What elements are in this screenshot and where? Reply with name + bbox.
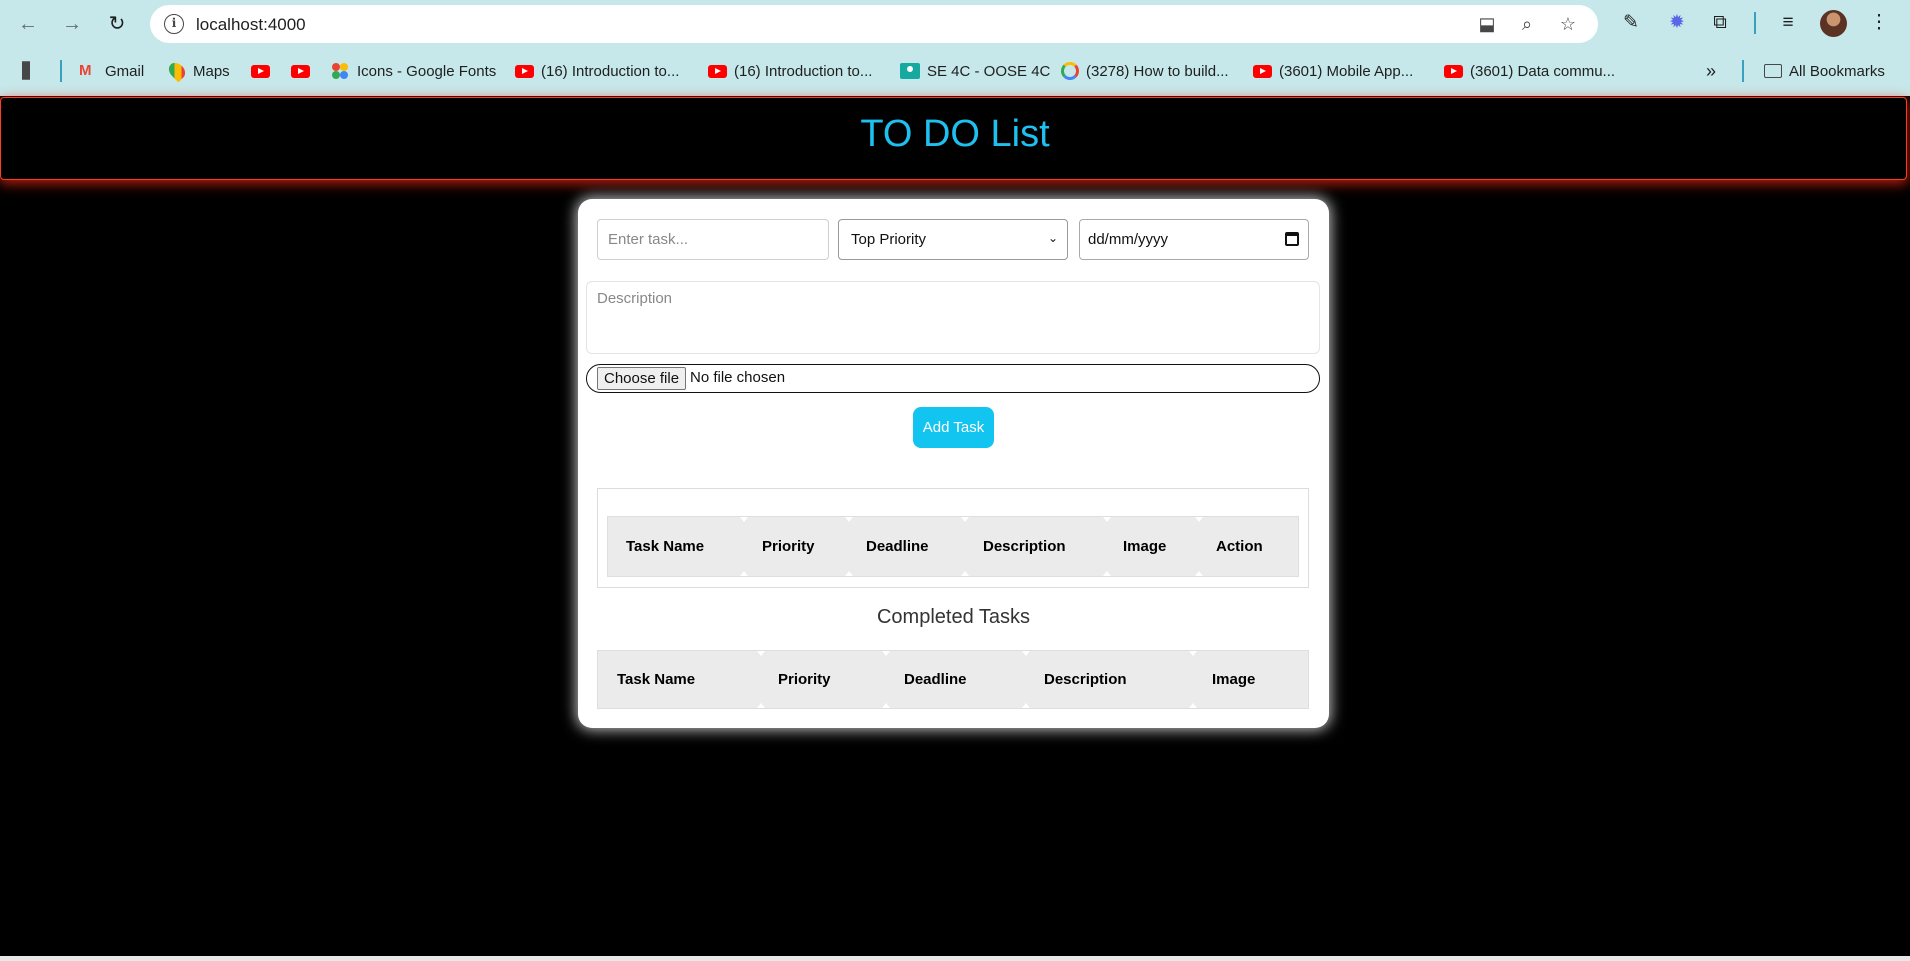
column-header-priority: Priority xyxy=(762,538,815,555)
youtube-icon xyxy=(515,64,534,78)
menu-kebab-icon[interactable]: ⋮ xyxy=(1865,9,1893,37)
description-placeholder: Description xyxy=(597,290,673,307)
description-textarea[interactable]: Description xyxy=(586,281,1320,354)
address-bar[interactable]: i localhost:4000 ⬓ ⌕ ☆ xyxy=(150,5,1598,43)
youtube-icon xyxy=(291,64,310,78)
chevron-down-icon: ⌄ xyxy=(1047,231,1058,245)
youtube-icon xyxy=(708,64,727,78)
completed-tasks-table-header: Task Name Priority Deadline Description … xyxy=(597,650,1309,709)
bookmark-gmail[interactable]: M Gmail xyxy=(79,56,144,86)
reload-icon[interactable]: ↻ xyxy=(101,10,133,38)
site-info-icon[interactable]: i xyxy=(164,14,184,34)
priority-value: Top Priority xyxy=(851,231,927,248)
bookmarks-separator xyxy=(60,60,62,82)
maps-icon xyxy=(165,59,189,83)
forward-icon[interactable]: → xyxy=(56,10,88,38)
column-divider xyxy=(1189,651,1197,708)
bookmark-introduction-1[interactable]: (16) Introduction to... xyxy=(515,56,679,86)
bookmark-maps[interactable]: Maps xyxy=(165,56,230,86)
bookmark-classroom[interactable]: SE 4C - OOSE 4C xyxy=(900,56,1050,86)
eyedropper-extension-icon[interactable]: ✎ xyxy=(1617,9,1645,37)
back-icon[interactable]: ← xyxy=(12,10,44,38)
column-divider xyxy=(757,651,765,708)
bookmark-youtube-2[interactable] xyxy=(291,56,317,86)
column-header-description: Description xyxy=(1044,671,1127,688)
bookmarks-separator xyxy=(1742,60,1744,82)
bookmark-mobile-app[interactable]: (3601) Mobile App... xyxy=(1253,56,1413,86)
priority-select[interactable]: Top Priority ⌄ xyxy=(838,219,1068,260)
install-app-icon[interactable]: ⬓ xyxy=(1474,12,1500,36)
google-fonts-icon xyxy=(332,63,350,79)
bookmarks-overflow-button[interactable]: » xyxy=(1706,56,1716,86)
tasks-table-header: Task Name Priority Deadline Description … xyxy=(607,516,1299,577)
youtube-icon xyxy=(1444,64,1463,78)
column-header-description: Description xyxy=(983,538,1066,555)
column-divider xyxy=(845,517,853,576)
bookmark-youtube-1[interactable] xyxy=(251,56,277,86)
google-icon xyxy=(1061,62,1079,80)
zoom-icon[interactable]: ⌕ xyxy=(1514,12,1540,36)
choose-file-button[interactable]: Choose file xyxy=(597,367,687,390)
bookmark-star-icon[interactable]: ☆ xyxy=(1555,12,1581,36)
column-divider xyxy=(882,651,890,708)
image-file-input[interactable]: Choose file No file chosen xyxy=(586,364,1320,393)
browser-chrome: ← → ↻ i localhost:4000 ⬓ ⌕ ☆ ✎ ✹ ⧉ ≡ ⋮ M… xyxy=(0,0,1910,96)
column-divider xyxy=(740,517,748,576)
apps-icon[interactable] xyxy=(22,56,47,86)
column-header-deadline: Deadline xyxy=(866,538,929,555)
classroom-icon xyxy=(900,63,920,79)
profile-avatar[interactable] xyxy=(1820,10,1847,37)
column-divider xyxy=(1103,517,1111,576)
column-header-task-name: Task Name xyxy=(626,538,705,555)
add-task-button[interactable]: Add Task xyxy=(913,407,994,448)
column-header-deadline: Deadline xyxy=(904,671,967,688)
youtube-icon xyxy=(251,64,270,78)
column-divider xyxy=(1195,517,1203,576)
column-header-image: Image xyxy=(1123,538,1167,555)
task-input-placeholder: Enter task... xyxy=(608,231,689,248)
column-header-task-name: Task Name xyxy=(617,671,696,688)
todo-card: Enter task... Top Priority ⌄ dd/mm/yyyy … xyxy=(578,199,1329,728)
column-header-action: Action xyxy=(1216,538,1263,555)
bookmarks-bar: M Gmail Maps Icons - Google Fonts (16) I… xyxy=(0,56,1910,86)
file-status: No file chosen xyxy=(690,369,786,386)
date-placeholder: dd/mm/yyyy xyxy=(1088,231,1169,248)
bookmark-introduction-2[interactable]: (16) Introduction to... xyxy=(708,56,872,86)
task-input[interactable]: Enter task... xyxy=(597,219,829,260)
column-header-priority: Priority xyxy=(778,671,831,688)
youtube-icon xyxy=(1253,64,1272,78)
column-divider xyxy=(961,517,969,576)
extension-gear-icon[interactable]: ✹ xyxy=(1663,9,1691,37)
toolbar-separator xyxy=(1754,12,1756,34)
calendar-icon[interactable] xyxy=(1285,232,1299,246)
gmail-icon: M xyxy=(79,62,92,79)
extensions-puzzle-icon[interactable]: ⧉ xyxy=(1706,9,1734,37)
deadline-date-input[interactable]: dd/mm/yyyy xyxy=(1079,219,1309,260)
bookmark-how-to-build[interactable]: (3278) How to build... xyxy=(1061,56,1229,86)
column-header-image: Image xyxy=(1212,671,1256,688)
page-title: TO DO List xyxy=(860,113,1050,155)
column-divider xyxy=(1022,651,1030,708)
taskbar-edge xyxy=(0,956,1910,961)
completed-tasks-title: Completed Tasks xyxy=(876,606,1031,628)
address-url[interactable]: localhost:4000 xyxy=(196,15,306,35)
bookmark-google-fonts[interactable]: Icons - Google Fonts xyxy=(332,56,496,86)
folder-icon xyxy=(1764,64,1782,78)
media-controls-icon[interactable]: ≡ xyxy=(1774,9,1802,37)
all-bookmarks-button[interactable]: All Bookmarks xyxy=(1764,56,1885,86)
tasks-table: Task Name Priority Deadline Description … xyxy=(597,488,1309,588)
bookmark-data-commu[interactable]: (3601) Data commu... xyxy=(1444,56,1615,86)
